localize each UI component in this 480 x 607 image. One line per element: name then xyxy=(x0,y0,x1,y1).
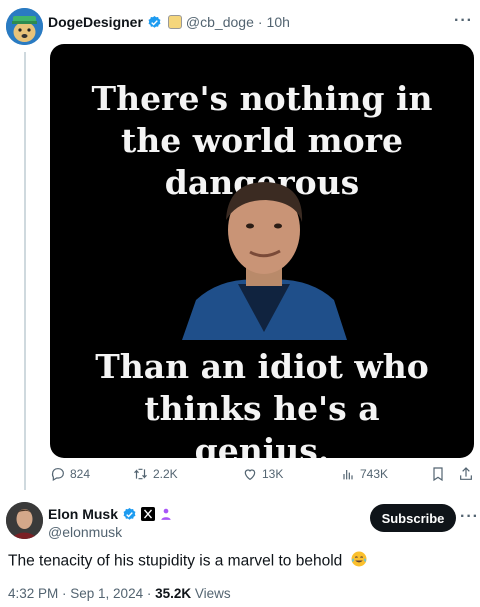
verified-badge-icon xyxy=(147,15,162,30)
original-post-header: DogeDesigner @cb_doge · 10h xyxy=(48,14,290,30)
reply-header: Elon Musk xyxy=(48,506,173,522)
post-action-bar: 824 2.2K 13K 743K xyxy=(50,466,476,488)
reply-body: The tenacity of his stupidity is a marve… xyxy=(8,550,368,573)
views-button[interactable]: 743K xyxy=(340,466,388,482)
like-count: 13K xyxy=(262,467,284,481)
like-icon xyxy=(244,469,256,481)
share-button[interactable] xyxy=(458,466,478,482)
elonmusk-avatar[interactable] xyxy=(6,502,43,539)
views-count: 743K xyxy=(360,467,389,481)
post-image[interactable]: There's nothing in the world more danger… xyxy=(50,44,474,458)
portrait-image xyxy=(182,182,347,340)
subscribe-button[interactable]: Subscribe xyxy=(370,504,456,532)
handle[interactable]: @cb_doge xyxy=(186,14,254,30)
views-icon xyxy=(343,470,353,480)
image-caption-bottom: Than an idiot who thinks he's a genius. xyxy=(95,347,429,458)
verified-badge-icon xyxy=(122,507,137,522)
x-affiliate-icon xyxy=(141,507,156,521)
reply-views-label: Views xyxy=(191,586,231,601)
separator: · xyxy=(257,14,263,30)
thread-connector-line xyxy=(24,52,26,490)
display-name[interactable]: DogeDesigner xyxy=(48,14,143,30)
reply-handle[interactable]: @elonmusk xyxy=(48,524,122,540)
reply-metadata: 4:32 PM · Sep 1, 2024 · 35.2K Views xyxy=(8,586,231,601)
reply-text: The tenacity of his stupidity is a marve… xyxy=(8,552,343,570)
reply-count: 824 xyxy=(70,467,91,481)
tears-of-joy-emoji-icon xyxy=(350,550,368,573)
more-options-icon[interactable]: ··· xyxy=(460,508,479,526)
repost-icon xyxy=(134,468,147,480)
like-button[interactable]: 13K xyxy=(242,466,283,482)
dogedesigner-avatar[interactable] xyxy=(6,8,43,45)
reply-button[interactable]: 824 xyxy=(50,466,90,482)
repost-button[interactable]: 2.2K xyxy=(132,466,178,482)
share-icon xyxy=(460,467,472,480)
affiliate-badge-icon xyxy=(167,15,182,29)
bookmark-icon xyxy=(433,467,443,482)
reply-display-name[interactable]: Elon Musk xyxy=(48,506,118,522)
post-time[interactable]: 10h xyxy=(267,14,290,30)
repost-count: 2.2K xyxy=(153,467,178,481)
reply-icon xyxy=(51,468,64,482)
bookmark-button[interactable] xyxy=(430,466,450,482)
reply-views-count: 35.2K xyxy=(155,586,192,601)
user-badge-icon xyxy=(159,507,173,521)
more-options-icon[interactable]: ··· xyxy=(454,12,473,30)
reply-timestamp[interactable]: 4:32 PM · Sep 1, 2024 · xyxy=(8,586,155,601)
